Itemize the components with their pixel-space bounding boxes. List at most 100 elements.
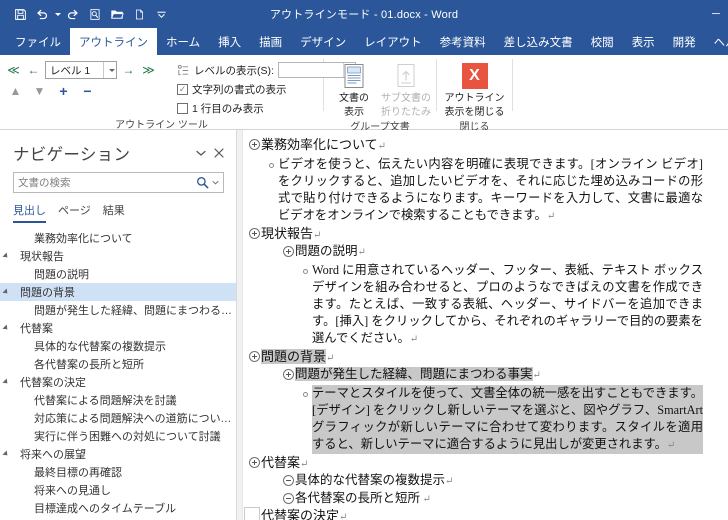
outline-row[interactable]: 問題の説明↵ bbox=[248, 244, 722, 261]
search-icon[interactable] bbox=[196, 176, 212, 189]
tab-developer[interactable]: 開発 bbox=[664, 28, 705, 55]
nav-heading-item[interactable]: 最終目標の再確認 bbox=[0, 463, 236, 481]
search-options-dropdown-icon[interactable] bbox=[212, 180, 223, 185]
tab-insert[interactable]: 挿入 bbox=[209, 28, 250, 55]
nav-heading-item[interactable]: 代替案による問題解決を討議 bbox=[0, 391, 236, 409]
show-first-line-only-label: 1 行目のみ表示 bbox=[192, 103, 264, 115]
tab-references[interactable]: 参考資料 bbox=[431, 28, 495, 55]
open-icon[interactable] bbox=[106, 3, 128, 25]
nav-heading-item[interactable]: 代替案 bbox=[0, 319, 236, 337]
tab-review[interactable]: 校閲 bbox=[582, 28, 623, 55]
outline-collapse-marker-minus-icon[interactable] bbox=[282, 473, 295, 488]
undo-icon[interactable] bbox=[31, 3, 53, 25]
tab-outline[interactable]: アウトライン bbox=[70, 28, 157, 55]
tab-help[interactable]: ヘルプ bbox=[705, 28, 728, 55]
move-up-icon[interactable]: ▲ bbox=[7, 82, 24, 99]
pilcrow-icon: ↵ bbox=[532, 370, 541, 381]
collapse-icon[interactable]: − bbox=[79, 82, 96, 99]
show-first-line-only-checkbox[interactable] bbox=[177, 103, 188, 114]
outline-expand-marker-plus-icon[interactable] bbox=[248, 349, 261, 364]
close-outline-view-button[interactable]: X アウトライン 表示を閉じる bbox=[445, 59, 505, 118]
nav-heading-item[interactable]: 具体的な代替案の複数提示 bbox=[0, 337, 236, 355]
tab-file[interactable]: ファイル bbox=[6, 28, 70, 55]
outline-row[interactable]: 業務効率化について↵ bbox=[248, 137, 722, 155]
outline-row[interactable]: Word に用意されているヘッダー、フッター、表紙、テキスト ボックス デザイン… bbox=[248, 262, 722, 348]
nav-heading-item[interactable]: 現状報告 bbox=[0, 247, 236, 265]
outline-body-marker-dot-icon[interactable] bbox=[299, 385, 312, 400]
outline-level-dropdown-icon[interactable] bbox=[103, 62, 116, 78]
outline-expand-marker-plus-icon[interactable] bbox=[248, 455, 261, 470]
outline-body-marker-dot-icon[interactable] bbox=[299, 262, 312, 277]
outline-row[interactable]: 各代替案の長所と短所 ↵ bbox=[248, 491, 722, 508]
navigation-search-box[interactable]: 文書の検索 bbox=[13, 172, 224, 193]
tab-view[interactable]: 表示 bbox=[623, 28, 664, 55]
outline-row-selected[interactable]: テーマとスタイルを使って、文書全体の統一感を出すこともできます。[デザイン] を… bbox=[248, 384, 722, 454]
outline-body-marker-dot-icon[interactable] bbox=[265, 156, 278, 171]
tab-home[interactable]: ホーム bbox=[157, 28, 209, 55]
redo-icon[interactable] bbox=[62, 3, 84, 25]
demote-to-body-icon[interactable]: ≫ bbox=[140, 62, 157, 79]
undo-dropdown-icon[interactable] bbox=[53, 3, 62, 25]
navigation-pane-tabs: 見出し ページ 結果 bbox=[0, 193, 236, 223]
nav-expand-triangle-icon[interactable] bbox=[0, 324, 12, 332]
nav-heading-item[interactable]: 業務効率化について bbox=[0, 229, 236, 247]
nav-heading-item[interactable]: 問題の説明 bbox=[0, 265, 236, 283]
outline-row[interactable]: 代替案の決定↵ bbox=[248, 508, 722, 520]
promote-icon[interactable]: ← bbox=[25, 62, 42, 79]
demote-icon[interactable]: → bbox=[120, 62, 137, 79]
nav-heading-item[interactable]: 目標達成へのタイムテーブル bbox=[0, 499, 236, 517]
navigation-pane-options-icon[interactable] bbox=[192, 144, 210, 162]
outline-level-select[interactable]: レベル 1 bbox=[45, 61, 117, 79]
nav-heading-label: 現状報告 bbox=[20, 251, 64, 263]
nav-tab-pages[interactable]: ページ bbox=[58, 202, 103, 223]
print-preview-icon[interactable] bbox=[84, 3, 106, 25]
nav-heading-item[interactable]: 代替案の決定 bbox=[0, 373, 236, 391]
nav-tab-results[interactable]: 結果 bbox=[103, 202, 137, 223]
show-text-formatting-checkbox[interactable]: ✓ bbox=[177, 84, 188, 95]
outline-expand-marker-plus-icon[interactable] bbox=[248, 226, 261, 241]
nav-expand-triangle-icon[interactable] bbox=[0, 450, 12, 458]
nav-heading-label: 問題が発生した経緯、問題にまつわる事実 bbox=[34, 305, 236, 317]
ribbon-tab-strip: ファイル アウトライン ホーム 挿入 描画 デザイン レイアウト 参考資料 差し… bbox=[0, 28, 728, 55]
nav-heading-item[interactable]: 将来への展望 bbox=[0, 445, 236, 463]
expand-icon[interactable]: + bbox=[55, 82, 72, 99]
nav-heading-item[interactable]: 各代替案の長所と短所 bbox=[0, 355, 236, 373]
outline-row[interactable]: 現状報告↵ bbox=[248, 226, 722, 244]
navigation-search-input[interactable]: 文書の検索 bbox=[14, 175, 196, 190]
nav-expand-triangle-icon[interactable] bbox=[0, 378, 12, 386]
tab-layout[interactable]: レイアウト bbox=[355, 28, 431, 55]
outline-document-area[interactable]: 業務効率化について↵ ビデオを使うと、伝えたい内容を明確に表現できます。[オンラ… bbox=[242, 130, 728, 520]
nav-heading-item[interactable]: 実行に伴う困難への対処について討議 bbox=[0, 427, 236, 445]
show-document-button[interactable]: 文書の 表示 bbox=[330, 59, 378, 118]
tab-design[interactable]: デザイン bbox=[291, 28, 355, 55]
outline-row-text: テーマとスタイルを使って、文書全体の統一感を出すこともできます。[デザイン] を… bbox=[312, 384, 703, 454]
promote-to-heading1-icon[interactable]: ≪ bbox=[5, 62, 22, 79]
customize-qat-icon[interactable] bbox=[150, 3, 172, 25]
nav-tab-headings[interactable]: 見出し bbox=[13, 202, 58, 223]
show-level-icon bbox=[177, 64, 189, 75]
tab-draw[interactable]: 描画 bbox=[250, 28, 291, 55]
move-down-icon[interactable]: ▼ bbox=[31, 82, 48, 99]
outline-collapse-marker-minus-icon[interactable] bbox=[282, 491, 295, 506]
pilcrow-icon: ↵ bbox=[420, 493, 431, 505]
outline-expand-marker-plus-icon[interactable] bbox=[248, 137, 261, 152]
outline-row-text: 問題の説明↵ bbox=[295, 244, 366, 258]
nav-heading-item-selected[interactable]: 問題の背景 bbox=[0, 283, 236, 301]
save-icon[interactable] bbox=[9, 3, 31, 25]
outline-row-selected[interactable]: 問題が発生した経緯、問題にまつわる事実↵ bbox=[248, 367, 722, 384]
outline-row[interactable]: 代替案↵ bbox=[248, 455, 722, 473]
nav-heading-item[interactable]: 問題が発生した経緯、問題にまつわる事実 bbox=[0, 301, 236, 319]
nav-expand-triangle-icon[interactable] bbox=[0, 288, 12, 296]
nav-heading-item[interactable]: 将来への見通し bbox=[0, 481, 236, 499]
outline-expand-marker-plus-icon[interactable] bbox=[282, 244, 295, 259]
outline-expand-marker-plus-icon[interactable] bbox=[282, 367, 295, 382]
outline-row[interactable]: 具体的な代替案の複数提示↵ bbox=[248, 473, 722, 490]
new-document-icon[interactable] bbox=[128, 3, 150, 25]
outline-row[interactable]: ビデオを使うと、伝えたい内容を明確に表現できます。[オンライン ビデオ] をクリ… bbox=[248, 156, 722, 225]
nav-heading-item[interactable]: 対応策による問題解決への道筋について… bbox=[0, 409, 236, 427]
nav-expand-triangle-icon[interactable] bbox=[0, 252, 12, 260]
tab-mailings[interactable]: 差し込み文書 bbox=[495, 28, 582, 55]
navigation-pane-close-icon[interactable] bbox=[210, 144, 228, 162]
outline-level-value: レベル 1 bbox=[50, 64, 91, 77]
outline-row-selected[interactable]: 問題の背景↵ bbox=[248, 348, 722, 367]
